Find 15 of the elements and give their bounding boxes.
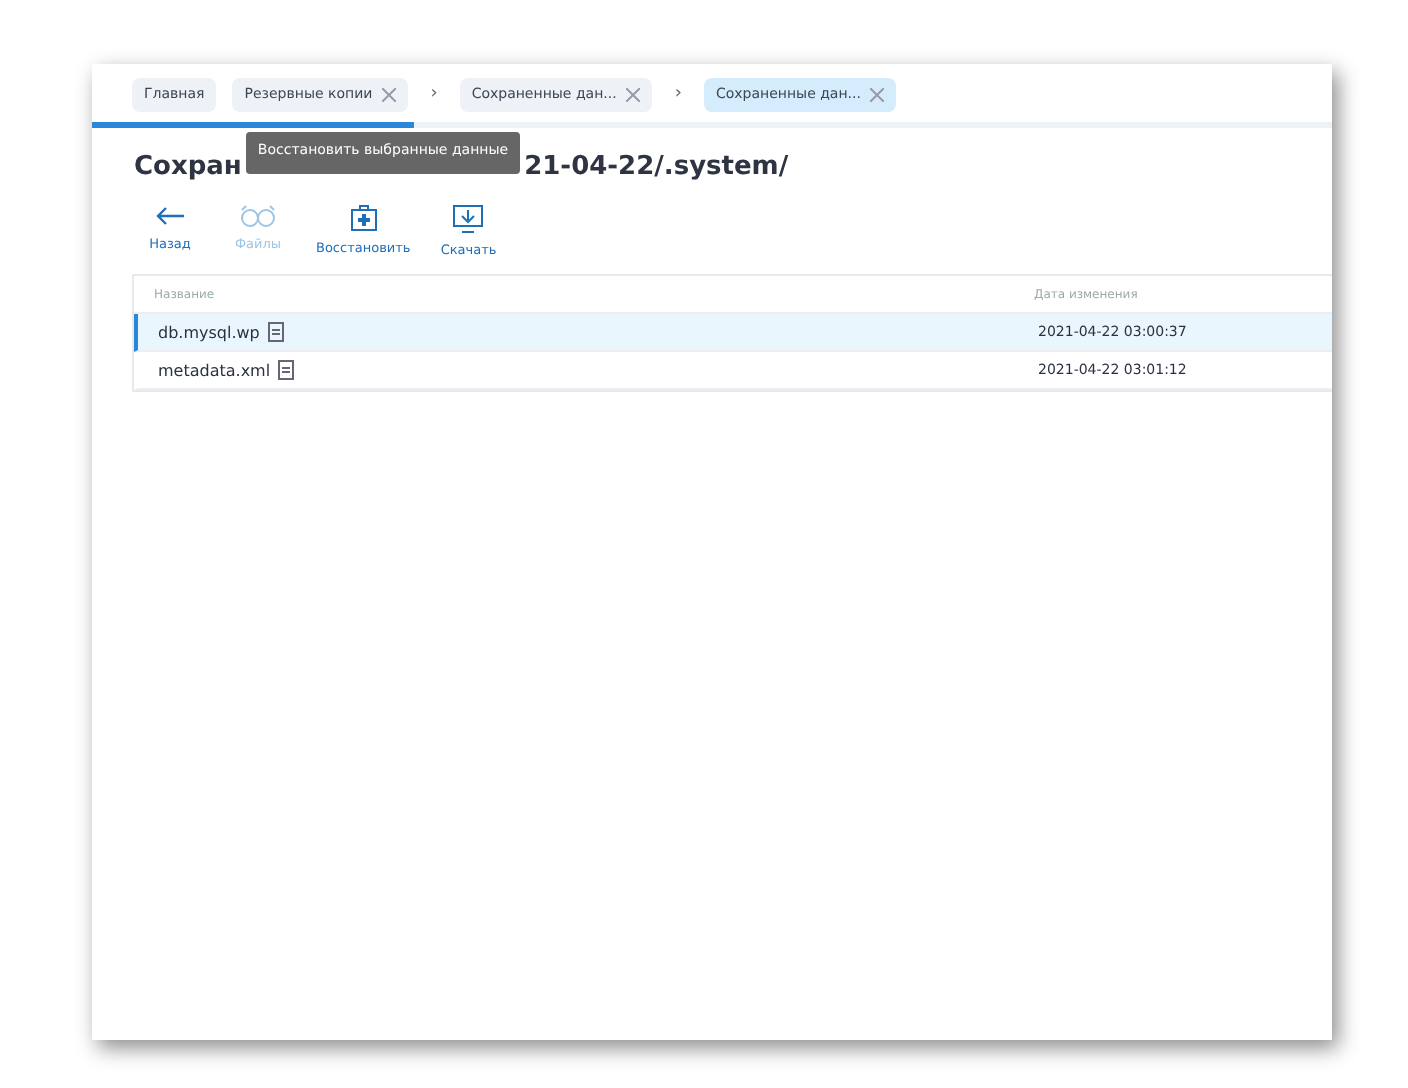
close-icon[interactable]	[626, 87, 641, 101]
file-icon	[267, 322, 284, 342]
chevron-icon: ›	[424, 84, 444, 104]
file-name: db.mysql.wp	[158, 323, 260, 341]
glasses-icon	[240, 204, 276, 228]
page-title: Сохран	[134, 151, 242, 181]
back-arrow-icon	[154, 204, 186, 228]
close-icon[interactable]	[870, 87, 885, 101]
download-icon	[452, 204, 485, 234]
medkit-icon	[349, 204, 378, 232]
close-icon[interactable]	[382, 87, 397, 101]
page-title: 21-04-22/.system/	[524, 151, 789, 181]
chevron-icon: ›	[668, 84, 688, 104]
file-icon	[278, 360, 295, 380]
file-name: metadata.xml	[158, 361, 271, 379]
